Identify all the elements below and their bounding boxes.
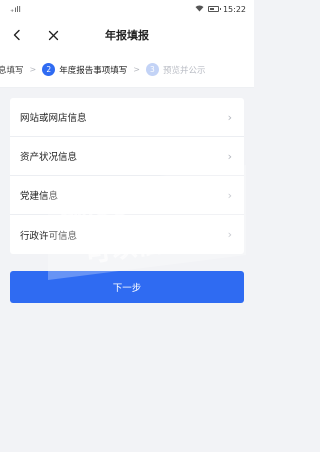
close-icon <box>48 30 58 40</box>
chevron-right-icon: › <box>227 149 232 163</box>
list-item-admin-license[interactable]: 行政许可信息 › <box>10 215 244 254</box>
step-separator-icon: > <box>29 65 37 74</box>
step-3: 3 预览并公示 <box>145 63 206 76</box>
clock-text: 15:22 <box>222 4 246 14</box>
next-step-button[interactable]: 下一步 <box>10 271 244 303</box>
list-item-label: 网站或网店信息 <box>20 113 87 124</box>
signal-indicator: ₊ıll <box>10 5 21 14</box>
step-1-label: 息填写 <box>0 65 24 76</box>
chevron-left-icon <box>13 29 20 41</box>
list-item-website[interactable]: 网站或网店信息 › <box>10 98 244 137</box>
step-3-number: 3 <box>145 63 159 76</box>
step-3-label: 预览并公示 <box>162 65 206 76</box>
chevron-right-icon: › <box>227 188 232 202</box>
page-title: 年报填报 <box>105 29 149 42</box>
chevron-right-icon: › <box>227 110 232 124</box>
list-item-party-building[interactable]: 党建信息 › <box>10 176 244 215</box>
back-button[interactable] <box>4 22 30 48</box>
chevron-right-icon: › <box>227 228 232 241</box>
navigation-bar: 年报填报 <box>0 18 254 52</box>
list-item-label: 资产状况信息 <box>20 152 78 163</box>
list-item-assets[interactable]: 资产状况信息 › <box>10 137 244 176</box>
status-bar: ₊ıll 15:22 <box>0 0 254 18</box>
close-button[interactable] <box>40 22 66 48</box>
signal-icon: ₊ıll <box>10 4 21 14</box>
list-item-label: 党建信息 <box>20 191 59 202</box>
report-section-list: 网站或网店信息 › 资产状况信息 › 党建信息 › 行政许可信息 › <box>10 98 244 254</box>
wifi-icon <box>195 4 204 14</box>
list-item-label: 行政许可信息 <box>20 230 78 242</box>
battery-icon <box>207 6 221 12</box>
step-separator-icon: > <box>133 65 140 74</box>
step-2-number: 2 <box>42 63 56 76</box>
progress-steps: 息填写 > 2 年度报告事项填写 > 3 预览并公示 <box>0 52 254 88</box>
step-1: 息填写 <box>0 64 24 76</box>
step-2-label: 年度报告事项填写 <box>59 65 128 76</box>
step-2: 2 年度报告事项填写 <box>42 63 127 76</box>
